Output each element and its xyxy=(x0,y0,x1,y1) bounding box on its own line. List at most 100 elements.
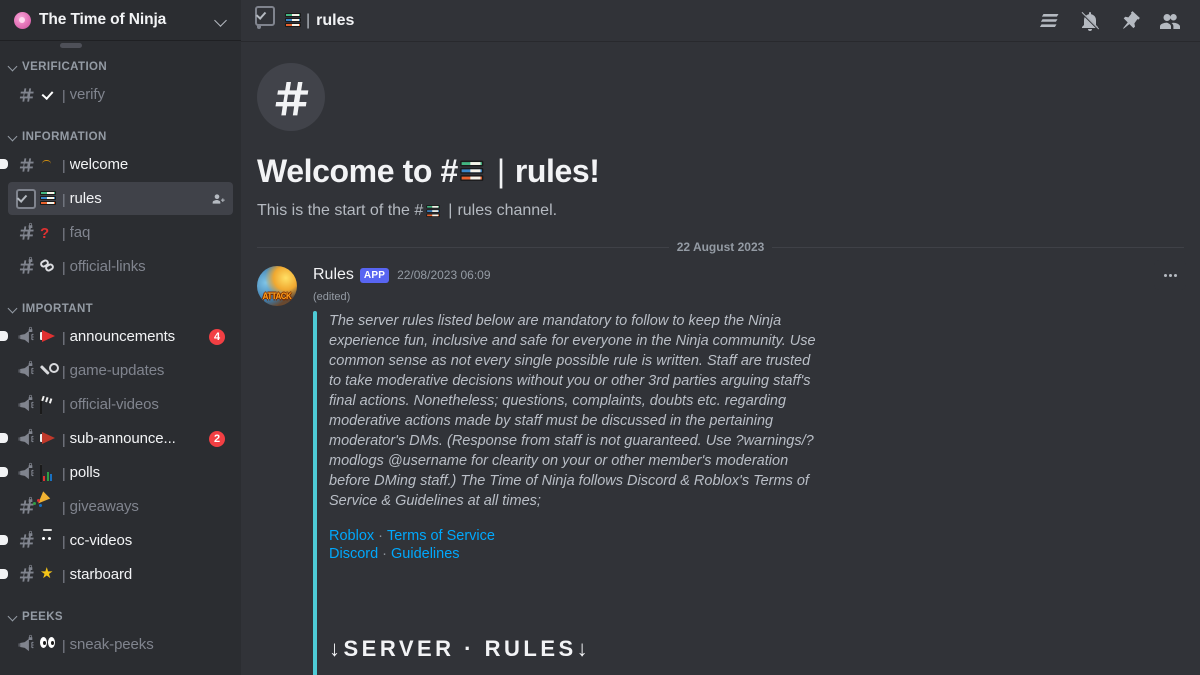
unread-indicator xyxy=(0,433,8,443)
channel-name: verify xyxy=(70,86,233,103)
divider-date: 22 August 2023 xyxy=(669,240,773,254)
category-peeks[interactable]: PEEKS xyxy=(0,607,241,627)
main-panel: | rules xyxy=(241,0,1200,675)
reference-links: Roblox ·Terms of Service Discord·Guidelin… xyxy=(329,527,1184,564)
link-guidelines[interactable]: Guidelines xyxy=(391,546,460,562)
unread-badge: 2 xyxy=(209,431,225,447)
create-invite-icon[interactable] xyxy=(211,191,227,207)
channel-separator: | xyxy=(62,398,66,412)
channel-name: starboard xyxy=(70,566,233,583)
sidebar-channel-sneak-peeks[interactable]: |sneak-peeks xyxy=(8,628,233,661)
app-badge: APP xyxy=(360,268,389,283)
hash-icon xyxy=(16,565,36,585)
welcome-title-suffix: rules! xyxy=(515,153,600,190)
more-options-button[interactable] xyxy=(1154,260,1186,290)
message-header: Rules APP 22/08/2023 06:09 xyxy=(313,266,1184,284)
category-verification[interactable]: VERIFICATION xyxy=(0,57,241,77)
threads-icon[interactable] xyxy=(1038,9,1062,33)
chevron-down-icon xyxy=(8,612,18,622)
discord-app: The Time of Ninja VERIFICATION | verify INF… xyxy=(0,0,1200,675)
channel-name: sub-announce... xyxy=(70,430,209,447)
server-header[interactable]: The Time of Ninja xyxy=(0,0,241,41)
welcome-title-prefix: Welcome to # xyxy=(257,153,458,190)
rules-channel-icon xyxy=(16,189,36,209)
clapper-icon xyxy=(40,397,57,413)
member-list-icon[interactable] xyxy=(1158,9,1182,33)
announcement-channel-icon xyxy=(16,395,36,415)
hash-icon xyxy=(16,497,36,517)
sidebar-channel-announcements[interactable]: |announcements4 xyxy=(8,320,233,353)
link-dot: · xyxy=(382,546,387,562)
channel-name: cc-videos xyxy=(70,532,233,549)
unread-indicator xyxy=(0,159,8,169)
channel-name: polls xyxy=(70,464,233,481)
avatar[interactable] xyxy=(257,266,297,306)
divider-line-right xyxy=(772,247,1184,248)
bar-chart-icon xyxy=(40,465,57,481)
topbar-separator: | xyxy=(306,12,310,30)
party-popper-icon xyxy=(40,499,57,515)
hash-icon xyxy=(16,257,36,277)
sidebar-channel-starboard[interactable]: |starboard xyxy=(8,558,233,591)
rules-channel-icon xyxy=(257,10,279,32)
chevron-down-icon[interactable] xyxy=(213,12,229,28)
message-area[interactable]: Welcome to # | rules! This is the start … xyxy=(241,41,1200,675)
link-discord[interactable]: Discord xyxy=(329,546,378,562)
topbar-channel-title: | rules xyxy=(285,12,354,30)
wrench-icon xyxy=(40,363,57,379)
sidebar-channel-cc-videos[interactable]: |cc-videos xyxy=(8,524,233,557)
channel-separator: | xyxy=(62,88,66,102)
category-label: IMPORTANT xyxy=(22,303,93,315)
sidebar-channel-faq[interactable]: ? | faq xyxy=(8,216,233,249)
category-important[interactable]: IMPORTANT xyxy=(0,299,241,319)
notifications-muted-icon[interactable] xyxy=(1078,9,1102,33)
channel-separator: | xyxy=(62,192,66,206)
sidebar-channel-welcome[interactable]: | welcome xyxy=(8,148,233,181)
sidebar-channel-polls[interactable]: |polls xyxy=(8,456,233,489)
hash-icon xyxy=(16,223,36,243)
cherry-blossom-icon xyxy=(14,12,31,29)
wave-icon xyxy=(40,157,57,173)
sidebar-channel-verify[interactable]: | verify xyxy=(8,78,233,111)
announcement-channel-icon xyxy=(16,429,36,449)
channel-intro: Welcome to # | rules! This is the start … xyxy=(241,41,1200,220)
channel-sidebar: The Time of Ninja VERIFICATION | verify INF… xyxy=(0,0,241,675)
channel-name: welcome xyxy=(70,156,233,173)
divider-line-left xyxy=(257,247,669,248)
scrolled-channel-partial xyxy=(60,43,82,48)
pinned-messages-icon[interactable] xyxy=(1118,9,1142,33)
blockquote-body: The server rules listed below are mandat… xyxy=(329,311,1184,675)
category-information[interactable]: INFORMATION xyxy=(0,127,241,147)
books-icon xyxy=(460,161,485,183)
channel-separator: | xyxy=(62,638,66,652)
sidebar-channel-rules[interactable]: | rules xyxy=(8,182,233,215)
date-divider: 22 August 2023 xyxy=(257,240,1184,254)
link-terms-of-service[interactable]: Terms of Service xyxy=(387,528,495,544)
channel-separator: | xyxy=(62,226,66,240)
server-rules-heading: ↓SERVER · RULES↓ xyxy=(329,636,1184,662)
hash-icon xyxy=(16,531,36,551)
sidebar-channel-game-updates[interactable]: |game-updates xyxy=(8,354,233,387)
sidebar-channel-sub-announce-[interactable]: |sub-announce...2 xyxy=(8,422,233,455)
topbar-channel-name: rules xyxy=(316,12,354,30)
link-roblox[interactable]: Roblox xyxy=(329,528,374,544)
welcome-subtitle-separator: | xyxy=(448,202,452,220)
rules-intro-paragraph: The server rules listed below are mandat… xyxy=(329,311,821,511)
question-icon: ? xyxy=(40,225,57,241)
sidebar-channel-giveaways[interactable]: |giveaways xyxy=(8,490,233,523)
hash-icon xyxy=(257,63,325,131)
megaphone-dark-icon xyxy=(40,431,57,447)
channel-separator: | xyxy=(62,330,66,344)
sidebar-channel-official-videos[interactable]: |official-videos xyxy=(8,388,233,421)
channel-name: rules xyxy=(70,190,211,207)
sidebar-channel-official-links[interactable]: |official-links xyxy=(8,250,233,283)
unread-indicator xyxy=(0,535,8,545)
unread-indicator xyxy=(0,331,8,341)
channel-name: faq xyxy=(70,224,233,241)
channel-separator: | xyxy=(62,500,66,514)
link-row: Discord·Guidelines xyxy=(329,545,1184,563)
channel-separator: | xyxy=(62,158,66,172)
welcome-subtitle-prefix: This is the start of the # xyxy=(257,202,423,220)
message-author[interactable]: Rules xyxy=(313,266,354,284)
channel-name: official-links xyxy=(70,258,233,275)
